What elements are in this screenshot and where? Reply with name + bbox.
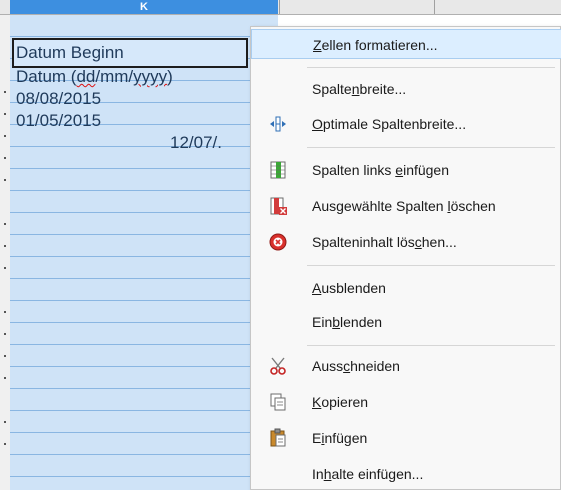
paste-icon xyxy=(268,428,288,448)
menu-item-label: Inhalte einfügen... xyxy=(312,466,424,482)
cell-date-2[interactable]: 01/05/2015 xyxy=(16,110,101,132)
menu-item-copy[interactable]: Kopieren xyxy=(251,387,561,417)
copy-icon xyxy=(268,392,288,412)
menu-item-insert-columns-left[interactable]: Spalten links einfügen xyxy=(251,155,561,185)
menu-item-show[interactable]: Einblenden xyxy=(251,307,561,337)
row-marker xyxy=(4,135,6,137)
context-menu: Zellen formatieren... Spaltenbreite... O… xyxy=(250,26,561,490)
row-marker xyxy=(4,311,6,313)
table-row[interactable] xyxy=(10,257,278,279)
row-marker xyxy=(4,91,6,93)
table-row[interactable] xyxy=(10,15,278,37)
table-row[interactable] xyxy=(10,191,278,213)
optimal-width-icon xyxy=(268,114,288,134)
menu-item-label: Ausschneiden xyxy=(312,358,400,374)
table-row[interactable] xyxy=(10,147,278,169)
menu-separator xyxy=(307,147,555,148)
row-marker xyxy=(4,245,6,247)
menu-item-paste-special[interactable]: Inhalte einfügen... xyxy=(251,459,561,489)
menu-separator xyxy=(307,345,555,346)
menu-item-column-width[interactable]: Spaltenbreite... xyxy=(251,74,561,104)
menu-item-label: Spalteninhalt löschen... xyxy=(312,234,457,250)
menu-item-label: Spaltenbreite... xyxy=(312,81,407,97)
menu-item-label: Zellen formatieren... xyxy=(313,37,438,53)
menu-separator xyxy=(307,265,555,266)
row-marker xyxy=(4,355,6,357)
menu-item-clear-contents[interactable]: Spalteninhalt löschen... xyxy=(251,227,561,257)
scissors-icon xyxy=(268,356,288,376)
menu-item-label: Spalten links einfügen xyxy=(312,162,450,178)
row-marker xyxy=(4,267,6,269)
column-header-m[interactable] xyxy=(434,0,561,14)
menu-item-label: Optimale Spaltenbreite... xyxy=(312,116,467,132)
insert-column-icon xyxy=(268,160,288,180)
table-row[interactable] xyxy=(10,433,278,455)
row-marker xyxy=(4,333,6,335)
cell-date-3[interactable]: 12/07/. xyxy=(170,132,222,154)
cell-date-1[interactable]: 08/08/2015 xyxy=(16,88,101,110)
row-marker xyxy=(4,377,6,379)
table-row[interactable] xyxy=(10,411,278,433)
table-row[interactable] xyxy=(10,367,278,389)
menu-separator xyxy=(307,67,555,68)
cell-datum-format[interactable]: Datum (dd/mm/yyyy) xyxy=(16,66,173,88)
menu-item-cut[interactable]: Ausschneiden xyxy=(251,351,561,381)
menu-item-label: Einfügen xyxy=(312,430,368,446)
delete-column-icon xyxy=(268,196,288,216)
clear-contents-icon xyxy=(268,232,288,252)
menu-item-label: Einblenden xyxy=(312,314,383,330)
column-header-l[interactable] xyxy=(279,0,435,14)
menu-item-paste[interactable]: Einfügen xyxy=(251,423,561,453)
menu-item-delete-columns[interactable]: Ausgewählte Spalten löschen xyxy=(251,191,561,221)
row-marker xyxy=(4,157,6,159)
row-marker xyxy=(4,421,6,423)
row-marker xyxy=(4,443,6,445)
menu-item-label: Kopieren xyxy=(312,394,369,410)
column-header-k[interactable]: K xyxy=(10,0,278,14)
table-row[interactable] xyxy=(10,345,278,367)
table-row[interactable] xyxy=(10,213,278,235)
table-row[interactable] xyxy=(10,389,278,411)
table-row[interactable] xyxy=(10,455,278,477)
menu-item-label: Ausgewählte Spalten löschen xyxy=(312,198,496,214)
row-marker xyxy=(4,179,6,181)
row-marker xyxy=(4,223,6,225)
menu-item-optimal-column-width[interactable]: Optimale Spaltenbreite... xyxy=(251,109,561,139)
menu-item-format-cells[interactable]: Zellen formatieren... xyxy=(251,29,561,59)
menu-item-label: Ausblenden xyxy=(312,280,386,296)
table-row[interactable] xyxy=(10,235,278,257)
row-marker xyxy=(4,113,6,115)
table-row[interactable] xyxy=(10,301,278,323)
cell-datum-beginn[interactable]: Datum Beginn xyxy=(16,42,124,64)
row-header-strip xyxy=(0,15,10,490)
menu-item-hide[interactable]: Ausblenden xyxy=(251,273,561,303)
table-row[interactable] xyxy=(10,169,278,191)
table-row[interactable] xyxy=(10,279,278,301)
table-row[interactable] xyxy=(10,323,278,345)
